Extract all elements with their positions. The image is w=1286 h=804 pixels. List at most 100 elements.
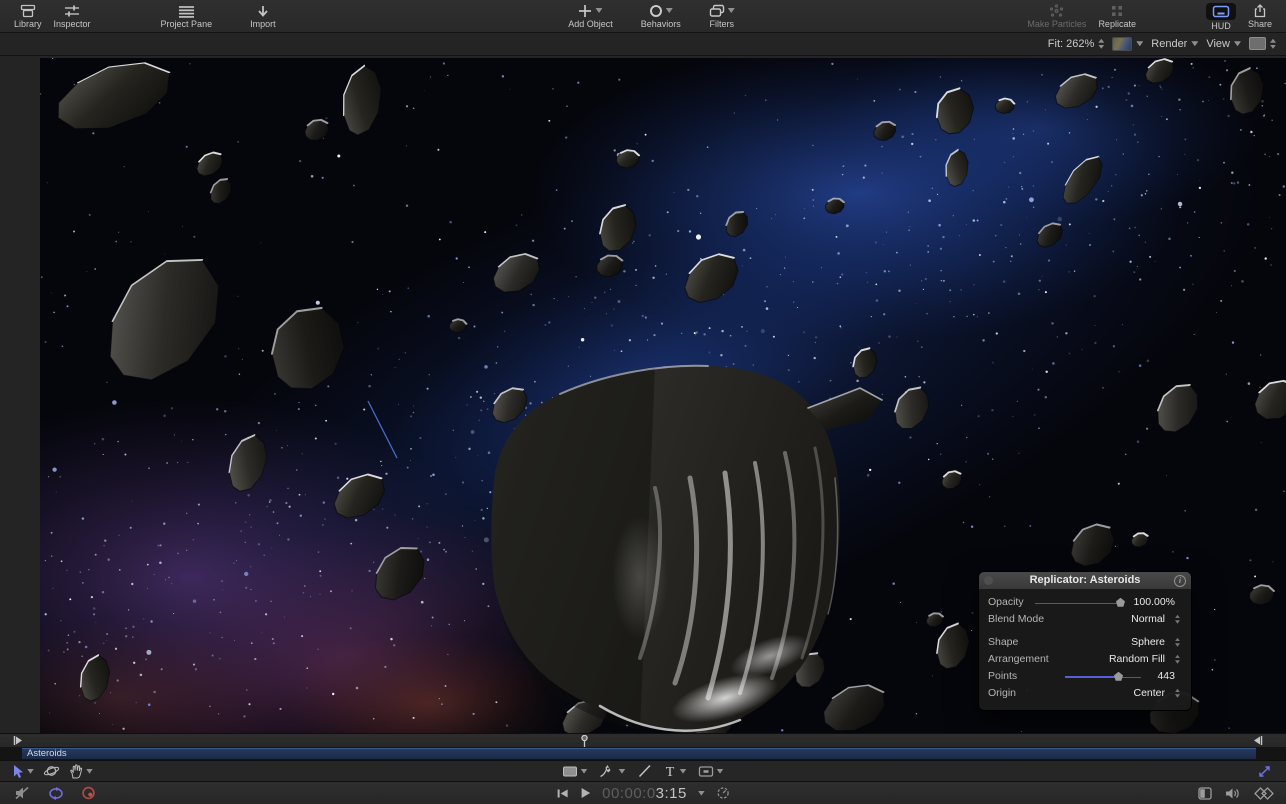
import-icon	[256, 4, 270, 18]
mute-icon[interactable]	[14, 786, 31, 800]
points-value[interactable]: 443	[1157, 670, 1175, 682]
record-icon[interactable]	[81, 786, 96, 800]
resize-handle-icon[interactable]	[1257, 764, 1272, 779]
out-point-marker-icon[interactable]	[1252, 735, 1263, 746]
points-slider-handle[interactable]	[1114, 672, 1123, 681]
inspector-label: Inspector	[54, 19, 91, 29]
hud-close-button[interactable]	[984, 576, 993, 585]
select-tool-button[interactable]	[12, 764, 34, 779]
background-swatch-control[interactable]	[1112, 37, 1143, 51]
timeline-track-asteroids[interactable]: Asteroids	[22, 748, 1256, 759]
transport-left-group	[0, 786, 96, 800]
hud-body: Opacity 100.00% Blend Mode Normal Shape …	[979, 589, 1191, 710]
line-tool-icon[interactable]	[638, 764, 652, 778]
in-point-marker-icon[interactable]	[13, 735, 24, 746]
toolbar-left-group: Library Inspector Project Pane	[8, 0, 282, 32]
hud-row-shape: Shape Sphere	[979, 634, 1191, 651]
zoom-fit-value: Fit: 262%	[1048, 38, 1094, 50]
timecode-bright: 3:15	[656, 785, 687, 802]
thumbnail-swatch-icon	[1112, 37, 1132, 51]
previous-frame-icon[interactable]	[556, 788, 569, 799]
arrangement-value[interactable]: Random Fill	[1109, 653, 1165, 665]
blend-mode-stepper-icon[interactable]	[1175, 615, 1180, 624]
timecode-display[interactable]: 00:00:03:15	[602, 785, 687, 802]
opacity-value[interactable]: 100.00%	[1134, 596, 1175, 608]
origin-stepper-icon[interactable]	[1175, 689, 1180, 698]
filters-chevron-icon	[728, 8, 735, 13]
library-button[interactable]: Library	[8, 0, 48, 29]
timing-icon[interactable]	[716, 786, 730, 800]
text-tool-button[interactable]: T	[664, 764, 687, 778]
playhead[interactable]	[580, 735, 589, 747]
shape-label: Shape	[988, 636, 1018, 648]
project-pane-label: Project Pane	[161, 19, 213, 29]
channels-icon	[1249, 37, 1266, 50]
mask-tool-button[interactable]	[699, 766, 724, 777]
loop-icon[interactable]	[48, 787, 64, 800]
timeline-ruler[interactable]	[0, 733, 1286, 747]
hand-tool-button[interactable]	[69, 764, 93, 779]
opacity-slider-handle[interactable]	[1116, 598, 1125, 607]
inspector-button[interactable]: Inspector	[48, 0, 97, 29]
select-tool-chevron-icon	[27, 769, 34, 774]
points-label: Points	[988, 670, 1017, 682]
origin-value[interactable]: Center	[1133, 687, 1165, 699]
add-object-icon	[578, 4, 592, 18]
render-chevron-icon	[1191, 41, 1198, 46]
rectangle-tool-icon	[563, 766, 578, 777]
import-label: Import	[250, 19, 276, 29]
blend-mode-value[interactable]: Normal	[1131, 613, 1165, 625]
hud-label: HUD	[1211, 21, 1231, 31]
rectangle-tool-chevron-icon	[581, 769, 588, 774]
orbit-tool-icon[interactable]	[43, 763, 60, 779]
library-icon	[20, 4, 36, 18]
share-label: Share	[1248, 19, 1272, 29]
hud-panel[interactable]: Replicator: Asteroids i Opacity 100.00% …	[978, 571, 1192, 711]
project-pane-icon	[178, 4, 195, 18]
filters-icon	[709, 4, 725, 18]
audio-icon[interactable]	[1225, 787, 1241, 800]
hud-title-bar[interactable]: Replicator: Asteroids i	[979, 572, 1191, 589]
timecode-dim: 00:00:0	[602, 785, 656, 802]
channels-stepper-icon[interactable]	[1270, 39, 1276, 49]
arrangement-stepper-icon[interactable]	[1175, 655, 1180, 664]
keyframe-icon[interactable]	[1254, 787, 1274, 800]
rectangle-tool-button[interactable]	[563, 766, 588, 777]
add-object-button[interactable]: Add Object	[562, 0, 619, 29]
shape-value[interactable]: Sphere	[1131, 636, 1165, 648]
add-object-label: Add Object	[568, 19, 613, 29]
hud-icon	[1212, 5, 1230, 18]
replicate-icon	[1110, 4, 1124, 18]
timecode-chevron-icon[interactable]	[698, 791, 705, 796]
render-menu[interactable]: Render	[1151, 38, 1198, 50]
play-icon[interactable]	[580, 787, 591, 799]
import-button[interactable]: Import	[244, 0, 282, 29]
zoom-fit-control[interactable]: Fit: 262%	[1048, 38, 1104, 50]
replicate-label: Replicate	[1098, 19, 1136, 29]
mask-tool-chevron-icon	[717, 769, 724, 774]
behaviors-chevron-icon	[666, 8, 673, 13]
behaviors-button[interactable]: Behaviors	[635, 0, 687, 29]
track-label: Asteroids	[27, 748, 67, 759]
channels-control[interactable]	[1249, 37, 1276, 50]
zoom-stepper-icon[interactable]	[1098, 39, 1104, 49]
toolbar-center-group: Add Object Behaviors Filters	[562, 0, 741, 32]
hud-row-points: Points 443	[979, 668, 1191, 685]
share-button[interactable]: Share	[1242, 0, 1278, 29]
filters-button[interactable]: Filters	[703, 0, 741, 29]
make-particles-button[interactable]: Make Particles	[1021, 0, 1092, 29]
replicate-button[interactable]: Replicate	[1092, 0, 1142, 29]
hud-info-icon[interactable]: i	[1174, 575, 1186, 587]
opacity-slider[interactable]	[1035, 603, 1121, 604]
opacity-label: Opacity	[988, 596, 1024, 608]
main-toolbar: Library Inspector Project Pane	[0, 0, 1286, 33]
shape-stepper-icon[interactable]	[1175, 638, 1180, 647]
tools-left-group	[0, 763, 93, 779]
view-menu[interactable]: View	[1206, 38, 1241, 50]
hud-button[interactable]: HUD	[1200, 0, 1242, 31]
canvas-area[interactable]: Replicator: Asteroids i Opacity 100.00% …	[0, 56, 1286, 734]
motion-app-window: Library Inspector Project Pane	[0, 0, 1286, 804]
bezier-tool-button[interactable]	[600, 764, 626, 778]
project-pane-button[interactable]: Project Pane	[155, 0, 219, 29]
film-icon[interactable]	[1198, 787, 1212, 800]
